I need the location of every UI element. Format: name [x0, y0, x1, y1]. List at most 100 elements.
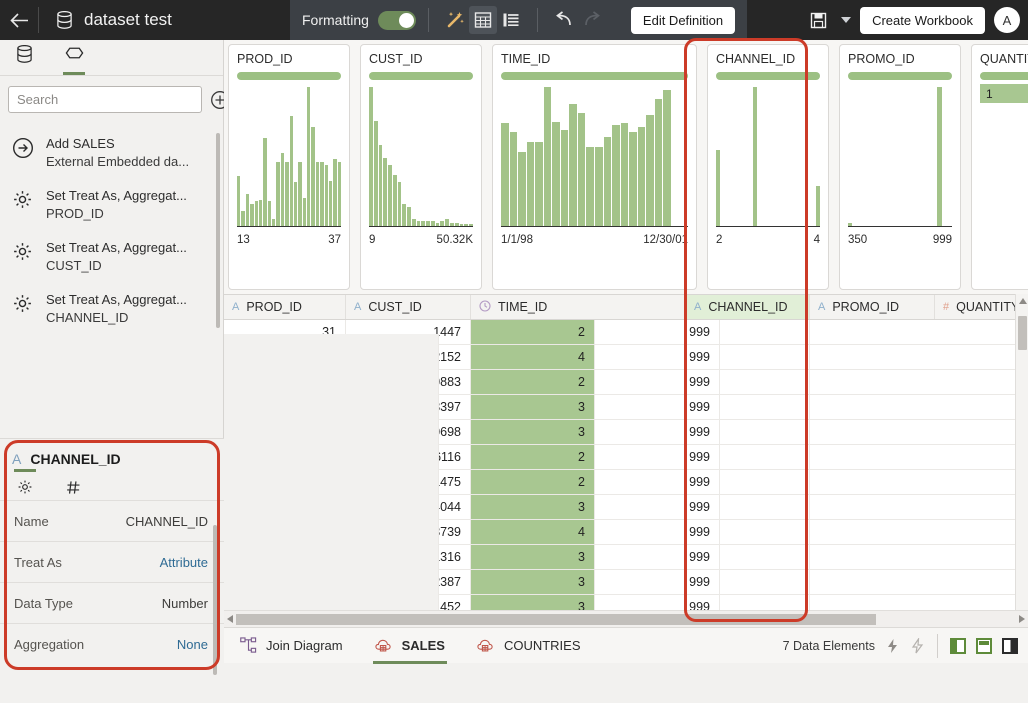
- table-cell[interactable]: 2: [471, 320, 595, 344]
- table-cell[interactable]: 999: [595, 420, 720, 444]
- list-item[interactable]: Set Treat As, Aggregat... CUST_ID: [0, 231, 223, 283]
- table-cell[interactable]: 3: [471, 420, 595, 444]
- save-button[interactable]: [804, 6, 832, 34]
- table-cell[interactable]: [720, 570, 810, 594]
- join-diagram-tab[interactable]: Join Diagram: [224, 628, 359, 664]
- table-cell[interactable]: [720, 345, 810, 369]
- scroll-up-arrow-icon[interactable]: [1019, 298, 1027, 304]
- property-row[interactable]: Treat As Attribute: [0, 541, 224, 582]
- table-cell[interactable]: [720, 470, 810, 494]
- chevron-down-icon[interactable]: [841, 17, 851, 23]
- table-column-header[interactable]: #QUANTITY: [935, 295, 1025, 319]
- histogram: [501, 87, 688, 227]
- element-detail-panel: A CHANNEL_ID Name CHANNEL_ID Treat As At…: [0, 438, 224, 703]
- table-cell[interactable]: 999: [595, 370, 720, 394]
- table-horizontal-scrollbar[interactable]: [224, 610, 1028, 627]
- table-cell[interactable]: [720, 395, 810, 419]
- table-column-header[interactable]: ACHANNEL_ID: [686, 295, 810, 319]
- table-cell[interactable]: [720, 545, 810, 569]
- table-cell[interactable]: 2: [471, 370, 595, 394]
- undo-button[interactable]: [550, 6, 578, 34]
- formatting-toggle[interactable]: [378, 11, 416, 30]
- table-cell[interactable]: 999: [595, 395, 720, 419]
- tab-data-profile[interactable]: [60, 474, 86, 500]
- sidebar-tab-connections[interactable]: [10, 41, 38, 75]
- table-cell[interactable]: [720, 445, 810, 469]
- property-row[interactable]: Aggregation None: [0, 623, 224, 664]
- table-cell[interactable]: 3: [471, 395, 595, 419]
- table-cell[interactable]: 999: [595, 470, 720, 494]
- scroll-left-arrow-icon[interactable]: [227, 615, 233, 623]
- layout-right-icon[interactable]: [1002, 638, 1018, 654]
- table-cell[interactable]: 999: [595, 320, 720, 344]
- search-input[interactable]: [8, 86, 202, 113]
- scroll-thumb[interactable]: [236, 614, 876, 625]
- column-profile-card[interactable]: PROMO_ID350999: [839, 44, 961, 290]
- column-profile-card[interactable]: TIME_ID1/1/9812/30/01: [492, 44, 697, 290]
- list-item[interactable]: Add SALES External Embedded da...: [0, 127, 223, 179]
- create-workbook-button[interactable]: Create Workbook: [860, 7, 985, 34]
- table-cell[interactable]: 2: [471, 445, 595, 469]
- lightning-icon[interactable]: [885, 638, 900, 654]
- layout-top-icon[interactable]: [976, 638, 992, 654]
- histogram-bar: [510, 132, 518, 226]
- list-view-button[interactable]: [497, 6, 525, 34]
- table-cell[interactable]: [720, 495, 810, 519]
- table-column-header[interactable]: APROMO_ID: [810, 295, 935, 319]
- detail-header: A CHANNEL_ID: [0, 439, 224, 467]
- property-row[interactable]: Name CHANNEL_ID: [0, 500, 224, 541]
- property-value[interactable]: Attribute: [160, 555, 208, 570]
- magic-wand-button[interactable]: [441, 6, 469, 34]
- table-cell[interactable]: 999: [595, 445, 720, 469]
- table-cell[interactable]: 4: [471, 520, 595, 544]
- property-row[interactable]: Data Type Number: [0, 582, 224, 623]
- table-column-header[interactable]: TIME_ID: [471, 295, 686, 319]
- table-tab-sales[interactable]: SALES: [359, 628, 461, 664]
- table-cell[interactable]: 3: [471, 545, 595, 569]
- table-cell[interactable]: 3: [471, 495, 595, 519]
- table-vertical-scrollbar[interactable]: [1015, 294, 1028, 625]
- scroll-right-arrow-icon[interactable]: [1019, 615, 1025, 623]
- tab-general[interactable]: [12, 474, 38, 500]
- table-cell[interactable]: [720, 370, 810, 394]
- table-cell[interactable]: [720, 420, 810, 444]
- table-cell[interactable]: 09/14/2000 12:00:00.000 AM: [224, 334, 439, 646]
- column-profile-card[interactable]: CUST_ID950.32K: [360, 44, 482, 290]
- table-column-header[interactable]: ACUST_ID: [346, 295, 471, 319]
- table-cell[interactable]: [720, 520, 810, 544]
- detail-scrollbar[interactable]: [213, 525, 217, 675]
- sidebar-tabs: [0, 40, 223, 76]
- action-list[interactable]: Add SALES External Embedded da... Set Tr…: [0, 121, 223, 339]
- axis-max-label: 999: [933, 234, 952, 246]
- table-column-header[interactable]: APROD_ID: [224, 295, 346, 319]
- table-cell[interactable]: 3: [471, 570, 595, 594]
- list-item[interactable]: Set Treat As, Aggregat...: [0, 335, 223, 339]
- table-cell[interactable]: 999: [595, 520, 720, 544]
- edit-definition-button[interactable]: Edit Definition: [631, 7, 735, 34]
- sidebar-tab-dataset[interactable]: [60, 41, 88, 75]
- column-profile-card[interactable]: PROD_ID1337: [228, 44, 350, 290]
- property-value[interactable]: None: [177, 637, 208, 652]
- list-item[interactable]: Set Treat As, Aggregat... CHANNEL_ID: [0, 283, 223, 335]
- undo-icon: [554, 11, 574, 29]
- redo-button[interactable]: [578, 6, 606, 34]
- list-item[interactable]: Set Treat As, Aggregat... PROD_ID: [0, 179, 223, 231]
- table-cell[interactable]: 999: [595, 345, 720, 369]
- list-item-sublabel: PROD_ID: [46, 205, 187, 223]
- avatar[interactable]: A: [994, 7, 1020, 33]
- table-cell[interactable]: [720, 320, 810, 344]
- action-list-scrollbar[interactable]: [216, 133, 220, 328]
- table-cell[interactable]: 999: [595, 545, 720, 569]
- column-profile-card[interactable]: QUANTITY_S1: [971, 44, 1028, 290]
- column-profile-card[interactable]: CHANNEL_ID24: [707, 44, 829, 290]
- scroll-thumb[interactable]: [1018, 316, 1027, 350]
- lightning-off-icon[interactable]: [910, 638, 925, 654]
- grid-view-button[interactable]: [469, 6, 497, 34]
- table-cell[interactable]: 4: [471, 345, 595, 369]
- layout-left-icon[interactable]: [950, 638, 966, 654]
- table-cell[interactable]: 2: [471, 470, 595, 494]
- back-button[interactable]: [0, 0, 38, 40]
- table-cell[interactable]: 999: [595, 495, 720, 519]
- table-tab-countries[interactable]: COUNTRIES: [461, 628, 597, 664]
- table-cell[interactable]: 999: [595, 570, 720, 594]
